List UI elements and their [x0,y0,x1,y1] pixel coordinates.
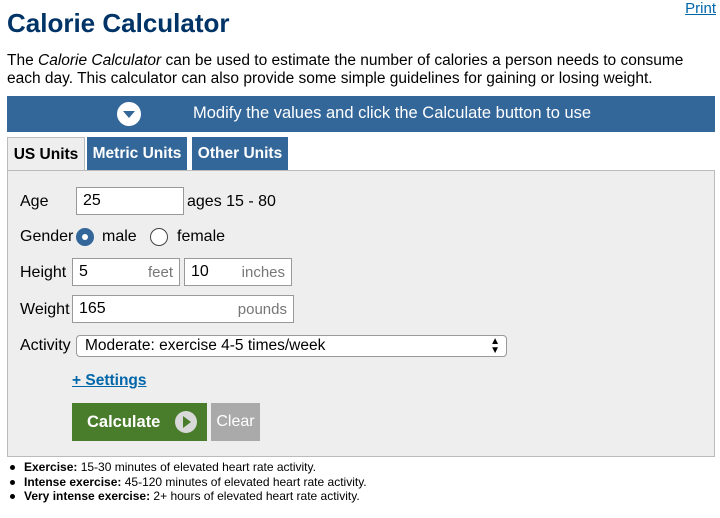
height-feet-unit: feet [147,264,173,281]
play-circle-icon [175,411,197,433]
gender-female-label: female [177,228,226,245]
settings-link[interactable]: + Settings [72,372,147,390]
exercise-notes: Exercise: 15-30 minutes of elevated hear… [7,460,367,504]
select-arrows-icon: ▲ ▼ [490,336,500,356]
note-text: 45-120 minutes of elevated heart rate ac… [121,474,367,489]
weight-input[interactable]: 165 pounds [72,295,294,323]
calculator-form: Age 25 ages 15 - 80 Gender male female H… [7,170,715,457]
intro-calculator-name: Calorie Calculator [38,52,162,69]
note-term: Exercise: [24,460,78,474]
height-inches-input[interactable]: 10 inches [184,258,292,286]
note-text: 2+ hours of elevated heart rate activity… [150,489,360,503]
weight-label: Weight [20,301,70,318]
weight-value: 165 [79,300,106,317]
clear-button[interactable]: Clear [211,403,260,441]
age-value: 25 [83,192,101,209]
tab-other-units[interactable]: Other Units [192,137,288,170]
list-item: Exercise: 15-30 minutes of elevated hear… [7,460,367,475]
gender-female-radio[interactable] [150,228,168,246]
note-term: Very intense exercise: [24,489,151,503]
age-input[interactable]: 25 [76,187,184,215]
age-label: Age [20,193,49,210]
calculate-label: Calculate [87,413,161,431]
height-inches-value: 10 [191,263,209,280]
tab-us-units[interactable]: US Units [7,137,85,171]
list-item: Very intense exercise: 2+ hours of eleva… [7,489,367,504]
print-link[interactable]: Print [685,0,716,17]
intro-text: The Calorie Calculator can be used to es… [7,52,707,88]
activity-selected-value: Moderate: exercise 4-5 times/week [85,337,326,354]
height-feet-value: 5 [79,263,88,280]
calculate-button[interactable]: Calculate [72,403,207,441]
instruction-banner: Modify the values and click the Calculat… [7,96,715,132]
note-text: 15-30 minutes of elevated heart rate act… [77,460,316,474]
gender-male-radio[interactable] [76,228,94,246]
tab-metric-units[interactable]: Metric Units [87,137,187,170]
note-term: Intense exercise: [24,474,122,489]
height-feet-input[interactable]: 5 feet [72,258,180,286]
intro-prefix: The [7,52,39,69]
activity-label: Activity [20,337,71,354]
gender-label: Gender [20,228,74,245]
height-label: Height [20,264,67,281]
chevron-down-circle-icon[interactable] [117,102,141,126]
activity-select[interactable]: Moderate: exercise 4-5 times/week ▲ ▼ [76,335,507,357]
height-inches-unit: inches [241,264,285,281]
page-title: Calorie Calculator [7,8,230,38]
age-range-hint: ages 15 - 80 [187,193,276,210]
weight-unit: pounds [237,301,287,318]
list-item: Intense exercise: 45-120 minutes of elev… [7,475,367,490]
banner-text: Modify the values and click the Calculat… [193,104,592,122]
gender-male-label: male [102,228,137,245]
